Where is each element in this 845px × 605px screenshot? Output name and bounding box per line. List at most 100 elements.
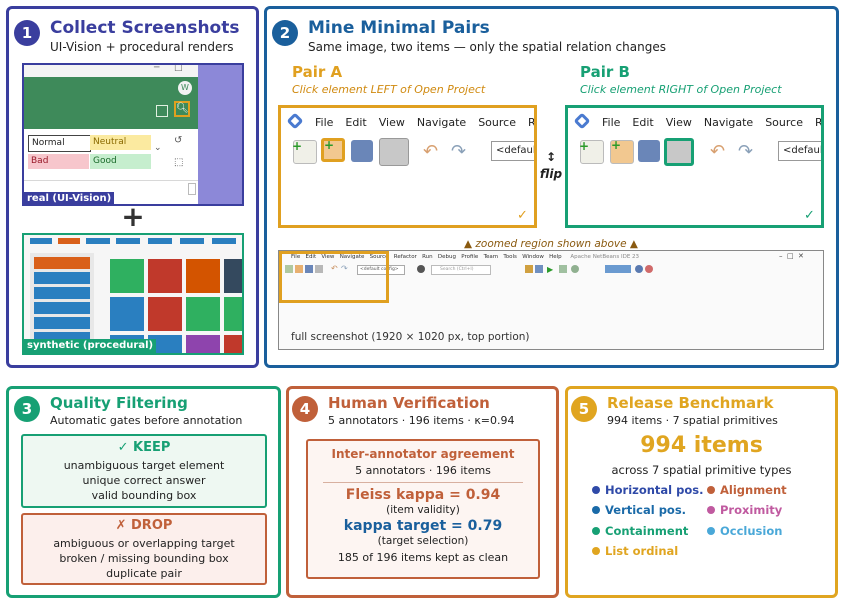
- menu-window[interactable]: Window: [522, 254, 544, 260]
- menu-file[interactable]: File: [315, 116, 333, 129]
- fleiss-kappa: Fleiss kappa = 0.94: [345, 487, 501, 503]
- panel-subtitle: UI-Vision + procedural renders: [50, 40, 234, 54]
- minimize-icon[interactable]: ─: [154, 65, 159, 73]
- panel-subtitle: 994 items · 7 spatial primitives: [607, 414, 778, 427]
- synthetic-tile: [186, 335, 220, 353]
- synthetic-tab: [86, 238, 110, 244]
- synthetic-tile: [224, 335, 242, 353]
- keep-item: unique correct answer: [82, 474, 206, 487]
- purple-sidebar: [198, 65, 242, 204]
- menu-file[interactable]: File: [602, 116, 620, 129]
- menu-tools[interactable]: Tools: [503, 254, 517, 260]
- flip-label: flip: [539, 167, 563, 181]
- minimize-icon[interactable]: –: [779, 252, 783, 260]
- menu-edit[interactable]: Edit: [345, 116, 366, 129]
- new-file-icon[interactable]: +: [579, 139, 604, 164]
- pair-b-label: Pair B: [580, 63, 630, 81]
- menu-edit[interactable]: Edit: [632, 116, 653, 129]
- menu-bar: File Edit View Navigate Source Refact: [315, 116, 534, 129]
- synthetic-tile: [224, 259, 242, 293]
- open-project-icon[interactable]: [351, 140, 373, 162]
- menu-profile[interactable]: Profile: [461, 254, 478, 260]
- legend-dot: [592, 505, 600, 514]
- menu-debug[interactable]: Debug: [438, 254, 456, 260]
- netbeans-logo-icon: [573, 112, 591, 130]
- kept-count: 185 of 196 items kept as clean: [337, 551, 509, 564]
- config-combo[interactable]: <defaul: [778, 141, 821, 161]
- new-project-icon[interactable]: +: [610, 138, 634, 164]
- netbeans-logo-icon: [286, 112, 304, 130]
- new-project-icon[interactable]: +: [321, 138, 345, 162]
- step-badge-1: 1: [14, 20, 40, 46]
- menu-source[interactable]: Source: [765, 116, 803, 129]
- full-caption: full screenshot (1920 × 1020 px, top por…: [291, 331, 530, 343]
- menu-navigate[interactable]: Navigate: [704, 116, 753, 129]
- menu-refactor[interactable]: Refactor: [394, 254, 417, 260]
- pair-a-zoom: File Edit View Navigate Source Refact + + ↶ ↷…: [278, 105, 537, 228]
- search-icon[interactable]: 🔍︎: [174, 101, 190, 117]
- style-cell-normal[interactable]: Normal: [28, 135, 91, 152]
- panel-title: Mine Minimal Pairs: [308, 18, 490, 38]
- kappa-target: kappa target = 0.79: [343, 518, 503, 534]
- select-icon[interactable]: ⬚: [174, 157, 183, 168]
- step-badge-3: 3: [14, 396, 40, 422]
- close-project-icon[interactable]: [379, 138, 409, 166]
- menu-team[interactable]: Team: [484, 254, 499, 260]
- legend-dot: [592, 546, 600, 555]
- green-ribbon: W 🔍︎: [24, 77, 198, 129]
- memory-graph: [605, 265, 631, 273]
- avatar[interactable]: W: [178, 81, 192, 95]
- keep-item: unambiguous target element: [63, 459, 225, 472]
- menu-refactor[interactable]: Refact: [528, 116, 534, 129]
- export-icon[interactable]: [156, 105, 168, 117]
- panel-title: Collect Screenshots: [50, 18, 240, 38]
- maximize-icon[interactable]: □: [174, 65, 183, 73]
- new-file-icon[interactable]: +: [292, 139, 317, 164]
- target-note: (target selection): [377, 535, 469, 547]
- chevron-down-icon[interactable]: ⌄: [154, 143, 162, 153]
- undo-icon[interactable]: ↶: [423, 141, 438, 162]
- maximize-icon[interactable]: □: [787, 252, 794, 260]
- fleiss-note: (item validity): [386, 504, 460, 516]
- full-search[interactable]: Search (Ctrl+I): [431, 265, 491, 275]
- open-project-icon[interactable]: [638, 140, 660, 162]
- style-cell-neutral[interactable]: Neutral: [90, 135, 151, 150]
- refresh-icon[interactable]: ↺: [174, 135, 182, 146]
- synthetic-tile: [110, 297, 144, 331]
- panel-title: Quality Filtering: [50, 394, 188, 412]
- redo-icon[interactable]: ↷: [451, 141, 466, 162]
- style-cell-bad[interactable]: Bad: [28, 154, 89, 169]
- menu-refactor[interactable]: Refact: [815, 116, 821, 129]
- undo-icon[interactable]: ↶: [710, 141, 725, 162]
- scrollbar[interactable]: [188, 183, 196, 195]
- primitive-list-ordinal: List ordinal: [592, 544, 678, 558]
- pair-a-instruction: Click element LEFT of Open Project: [292, 83, 486, 96]
- redo-icon[interactable]: ↷: [738, 141, 753, 162]
- drop-item: ambiguous or overlapping target: [53, 537, 235, 550]
- flip-arrow-icon: ↕: [545, 150, 557, 164]
- keep-item: valid bounding box: [91, 489, 197, 502]
- menu-help[interactable]: Help: [549, 254, 562, 260]
- synthetic-tab: [212, 238, 236, 244]
- synthetic-screenshot: synthetic (procedural): [22, 233, 244, 355]
- config-combo[interactable]: <defaul: [491, 141, 534, 161]
- window-titlebar: ─ □: [24, 65, 198, 77]
- primitive-types-caption: across 7 spatial primitive types: [611, 463, 792, 477]
- synthetic-tile: [224, 297, 242, 331]
- synthetic-tab: [116, 238, 140, 244]
- legend-dot: [592, 526, 600, 535]
- close-project-icon[interactable]: [664, 138, 694, 166]
- primitive-alignment: Alignment: [707, 483, 787, 497]
- menu-source[interactable]: Source: [478, 116, 516, 129]
- primitive-vertical: Vertical pos.: [592, 503, 686, 517]
- menu-view[interactable]: View: [666, 116, 692, 129]
- close-icon[interactable]: ✕: [798, 252, 804, 260]
- menu-navigate[interactable]: Navigate: [417, 116, 466, 129]
- synthetic-tab: [58, 238, 80, 244]
- menu-view[interactable]: View: [379, 116, 405, 129]
- style-cell-good[interactable]: Good: [90, 154, 151, 169]
- menu-run[interactable]: Run: [422, 254, 433, 260]
- menu-bar: File Edit View Navigate Source Refact: [602, 116, 821, 129]
- divider: [323, 482, 523, 483]
- benchmark-count: 994 items: [640, 433, 763, 458]
